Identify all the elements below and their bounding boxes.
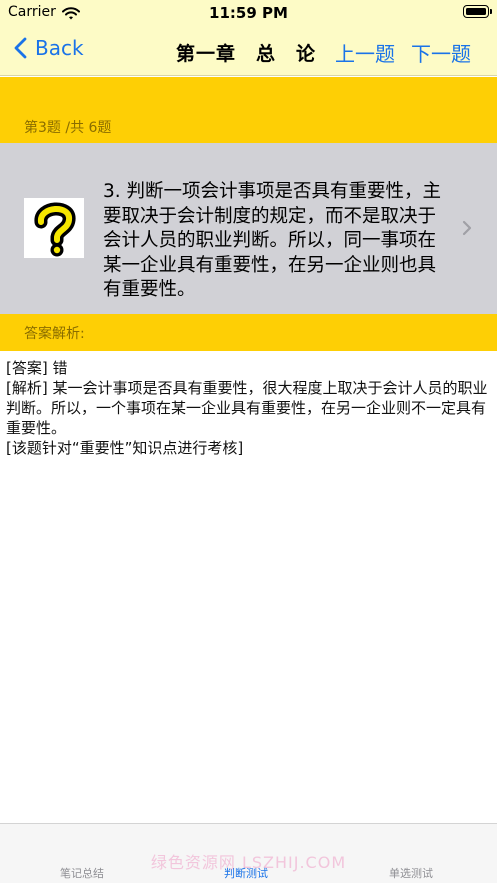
- answer-section-title: 答案解析:: [24, 326, 85, 342]
- back-button[interactable]: Back: [14, 36, 84, 60]
- tab-notes-summary[interactable]: 笔记总结: [60, 865, 104, 881]
- answer-header: 答案解析:: [0, 314, 497, 351]
- back-label: Back: [35, 36, 84, 60]
- question-mark-icon: [24, 198, 84, 258]
- progress-header: 第3题 /共 6题: [0, 77, 497, 143]
- question-text: 3. 判断一项会计事项是否具有重要性，主要取决于会计制度的规定，而不是取决于会计…: [103, 181, 442, 300]
- chevron-right-icon: [462, 220, 472, 240]
- battery-icon: [463, 5, 492, 18]
- page-title: 第一章 总 论: [176, 43, 317, 65]
- prev-question-button[interactable]: 上一题: [335, 38, 395, 67]
- question-cell[interactable]: 3. 判断一项会计事项是否具有重要性，主要取决于会计制度的规定，而不是取决于会计…: [0, 143, 497, 314]
- question-progress: 第3题 /共 6题: [24, 120, 112, 136]
- next-question-button[interactable]: 下一题: [411, 38, 471, 67]
- chevron-left-icon: [14, 37, 27, 59]
- tab-true-false-test[interactable]: 判断测试: [224, 865, 268, 881]
- status-time: 11:59 PM: [209, 4, 288, 22]
- status-bar: Carrier 11:59 PM: [0, 0, 497, 26]
- navigation-bar: Back 第一章 总 论 上一题 下一题: [0, 26, 497, 76]
- tab-bar: 绿色资源网 LSZHIJ.COM 笔记总结 判断测试 单选测试: [0, 823, 497, 883]
- answer-result: [答案] 错: [6, 359, 68, 377]
- tab-single-choice-test[interactable]: 单选测试: [389, 865, 433, 881]
- answer-knowledge-point: [该题针对“重要性”知识点进行考核]: [6, 439, 244, 457]
- answer-explanation: [答案] 错 [解析] 某一会计事项是否具有重要性，很大程度上取决于会计人员的职…: [6, 358, 492, 458]
- answer-analysis: [解析] 某一会计事项是否具有重要性，很大程度上取决于会计人员的职业判断。所以，…: [6, 379, 488, 437]
